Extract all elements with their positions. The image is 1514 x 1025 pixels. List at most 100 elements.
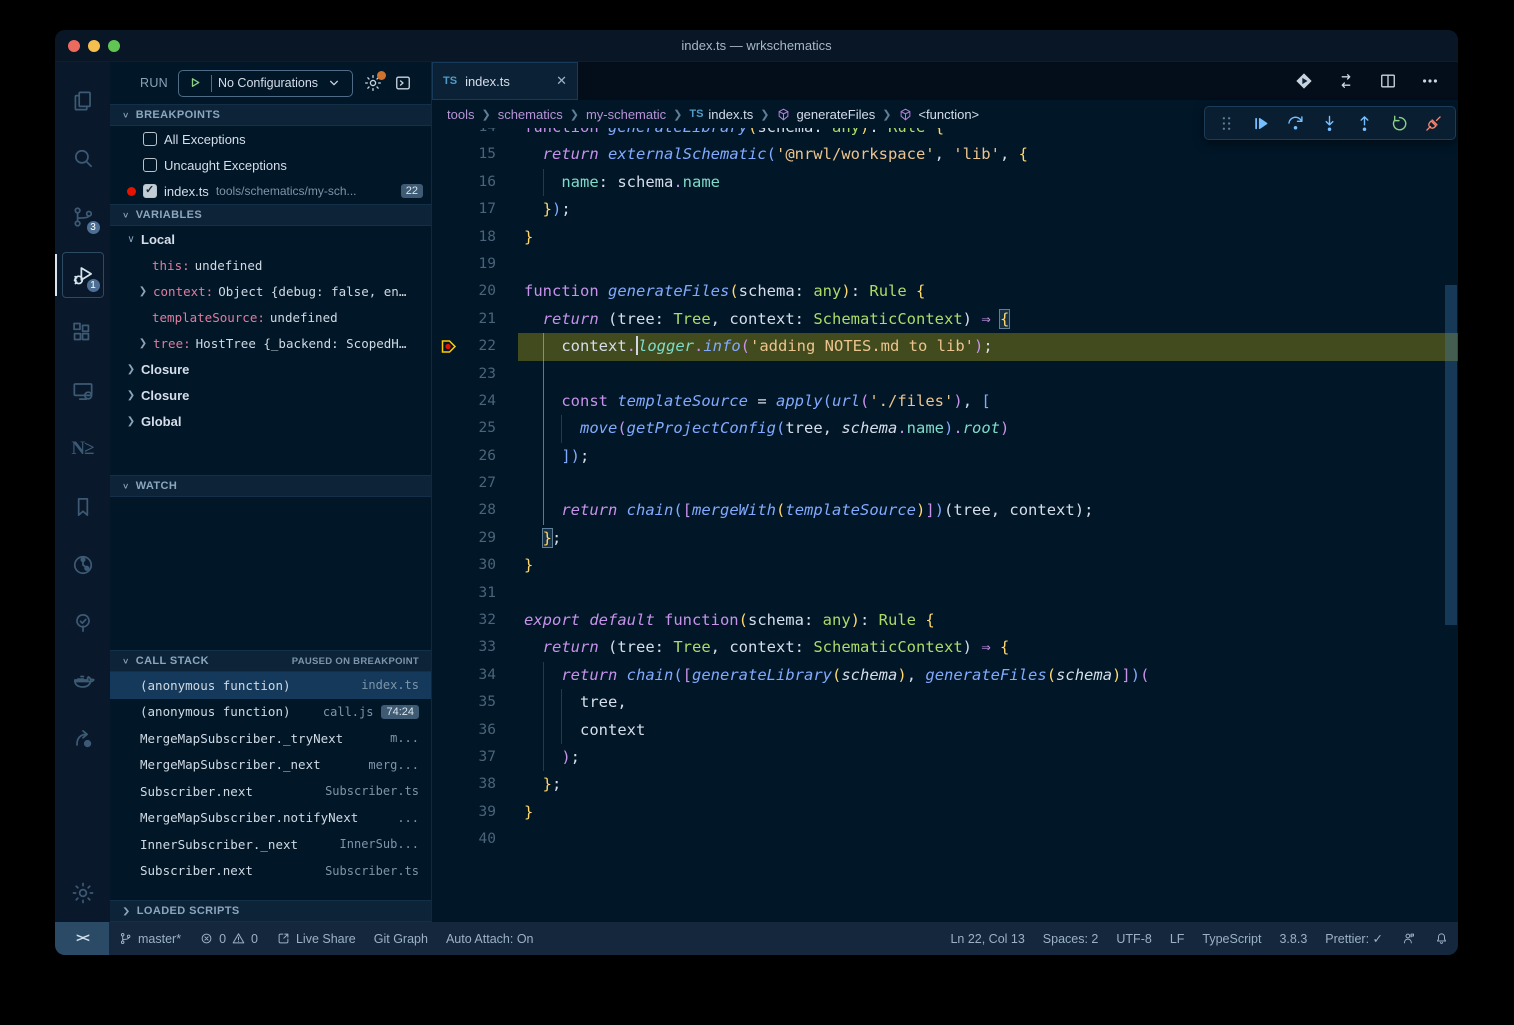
call-stack-frame[interactable]: (anonymous function)index.ts [110,672,431,699]
variables-header[interactable]: ∨ VARIABLES [110,204,431,226]
code-line-37[interactable]: 37 ); [432,744,1458,771]
gutter[interactable] [432,771,466,798]
breadcrumb-item[interactable]: tools [447,107,474,122]
step-out-button[interactable] [1352,110,1378,136]
variable-row[interactable]: ❯tree:HostTree {_backend: ScopedH… [110,330,431,356]
code-line-30[interactable]: 30} [432,552,1458,579]
variables-scope-global[interactable]: ❯Global [110,408,431,434]
code-line-29[interactable]: 29 }; [432,525,1458,552]
activity-item-nx-console[interactable]: N≥ [60,420,106,478]
breakpoint-checkbox[interactable] [143,184,157,198]
code-line-38[interactable]: 38 }; [432,771,1458,798]
code-line-25[interactable]: 25 move(getProjectConfig(tree, schema.na… [432,415,1458,442]
breakpoint-checkbox[interactable] [143,158,157,172]
call-stack-frame[interactable]: (anonymous function)call.js74:24 [110,699,431,726]
disconnect-button[interactable] [1421,110,1447,136]
close-tab-icon[interactable]: ✕ [556,73,567,89]
step-into-button[interactable] [1317,110,1343,136]
variables-scope-closure[interactable]: ❯Closure [110,382,431,408]
status-cursor-position[interactable]: Ln 22, Col 13 [941,922,1033,955]
loaded-scripts-header[interactable]: ❯ LOADED SCRIPTS [110,900,431,922]
gutter[interactable] [432,634,466,661]
launch-config-dropdown[interactable]: No Configurations [178,70,353,97]
code-line-26[interactable]: 26 ]); [432,443,1458,470]
code-line-15[interactable]: 15 return externalSchematic('@nrwl/works… [432,141,1458,168]
more-actions-icon[interactable] [1420,71,1440,91]
code-line-23[interactable]: 23 [432,361,1458,388]
breadcrumb-item[interactable]: schematics [498,107,563,122]
gutter[interactable] [432,717,466,744]
split-editor-icon[interactable] [1378,71,1398,91]
breakpoint-row[interactable]: Uncaught Exceptions [110,152,431,178]
status-indentation[interactable]: Spaces: 2 [1034,922,1108,955]
status-encoding[interactable]: UTF-8 [1107,922,1160,955]
activity-item-source-control[interactable]: 3 [60,188,106,246]
variables-scope-closure[interactable]: ❯Closure [110,356,431,382]
activity-item-explorer[interactable] [60,72,106,130]
call-stack-frame[interactable]: Subscriber.nextSubscriber.ts [110,778,431,805]
gutter[interactable] [432,607,466,634]
status-prettier[interactable]: Prettier: ✓ [1316,922,1392,955]
debug-current-line-breakpoint-icon[interactable] [432,333,466,360]
code-line-18[interactable]: 18} [432,224,1458,251]
gutter[interactable] [432,443,466,470]
code-line-33[interactable]: 33 return (tree: Tree, context: Schemati… [432,634,1458,661]
status-live-share[interactable]: Live Share [267,922,365,955]
activity-item-project-share[interactable] [60,710,106,768]
call-stack-frame[interactable]: MergeMapSubscriber.notifyNext... [110,805,431,832]
activity-item-settings[interactable] [60,864,106,922]
code-line-39[interactable]: 39} [432,799,1458,826]
breadcrumb-item[interactable]: generateFiles [776,107,875,122]
code-line-34[interactable]: 34 return chain([generateLibrary(schema)… [432,662,1458,689]
gutter[interactable] [432,580,466,607]
code-line-28[interactable]: 28 return chain([mergeWith(templateSourc… [432,497,1458,524]
gutter[interactable] [432,361,466,388]
code-line-16[interactable]: 16 name: schema.name [432,169,1458,196]
code-editor[interactable]: 14function generateLibrary(schema: any):… [432,114,1458,854]
code-line-32[interactable]: 32export default function(schema: any): … [432,607,1458,634]
configure-gear-button[interactable] [363,73,383,93]
activity-item-docker[interactable] [60,652,106,710]
status-auto-attach[interactable]: Auto Attach: On [437,922,543,955]
gutter[interactable] [432,306,466,333]
status-notifications[interactable] [1425,922,1458,955]
breakpoint-row[interactable]: index.tstools/schematics/my-sch...22 [110,178,431,204]
breakpoints-header[interactable]: ∨ BREAKPOINTS [110,104,431,126]
gutter[interactable] [432,552,466,579]
breakpoint-checkbox[interactable] [143,132,157,146]
activity-item-run-debug[interactable]: 1 [60,246,106,304]
continue-button[interactable] [1248,110,1274,136]
activity-item-testing[interactable] [60,594,106,652]
breadcrumb-item[interactable]: TSindex.ts [689,107,753,122]
gutter[interactable] [432,278,466,305]
open-changes-icon[interactable] [1294,71,1314,91]
gutter[interactable] [432,196,466,223]
variables-scope-local[interactable]: ∨Local [110,226,431,252]
code-line-21[interactable]: 21 return (tree: Tree, context: Schemati… [432,306,1458,333]
debug-console-button[interactable] [393,73,413,93]
gutter[interactable] [432,662,466,689]
gutter[interactable] [432,744,466,771]
gutter[interactable] [432,826,466,853]
call-stack-frame[interactable]: MergeMapSubscriber._tryNextm... [110,725,431,752]
activity-item-search[interactable] [60,130,106,188]
code-line-36[interactable]: 36 context [432,717,1458,744]
activity-item-remote-explorer[interactable] [60,362,106,420]
gutter[interactable] [432,497,466,524]
activity-item-gitlens[interactable] [60,536,106,594]
gutter[interactable] [432,141,466,168]
variable-row[interactable]: ❯context:Object {debug: false, en… [110,278,431,304]
code-line-27[interactable]: 27 [432,470,1458,497]
code-line-24[interactable]: 24 const templateSource = apply(url('./f… [432,388,1458,415]
code-line-19[interactable]: 19 [432,251,1458,278]
status-branch[interactable]: master* [109,922,190,955]
start-debug-icon[interactable] [185,73,205,93]
restart-button[interactable] [1386,110,1412,136]
call-stack-frame[interactable]: Subscriber.nextSubscriber.ts [110,858,431,885]
gutter[interactable] [432,388,466,415]
call-stack-frame[interactable]: InnerSubscriber._nextInnerSub... [110,831,431,858]
compare-changes-icon[interactable] [1336,71,1356,91]
remote-indicator[interactable]: >< [55,922,109,955]
variable-row[interactable]: templateSource:undefined [110,304,431,330]
gutter[interactable] [432,799,466,826]
